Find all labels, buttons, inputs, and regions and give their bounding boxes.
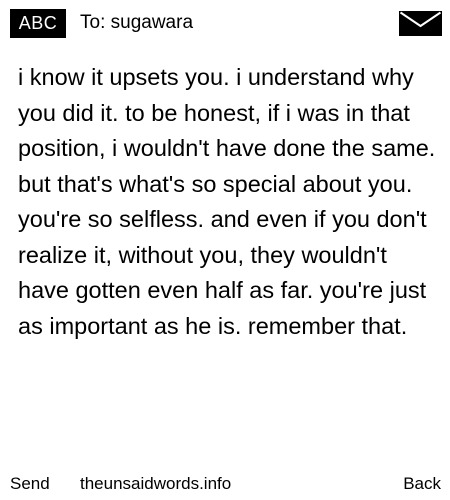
envelope-icon xyxy=(399,11,442,36)
message-body: i know it upsets you. i understand why y… xyxy=(18,64,436,339)
recipient-label: To: sugawara xyxy=(80,12,194,33)
back-button[interactable]: Back xyxy=(403,472,441,496)
softkey-bar: Send theunsaidwords.info Back xyxy=(0,472,450,498)
input-mode-badge[interactable]: ABC xyxy=(10,9,66,38)
send-button[interactable]: Send xyxy=(10,472,50,496)
message-header: ABC To: sugawara xyxy=(0,0,450,46)
site-watermark: theunsaidwords.info xyxy=(80,474,232,493)
